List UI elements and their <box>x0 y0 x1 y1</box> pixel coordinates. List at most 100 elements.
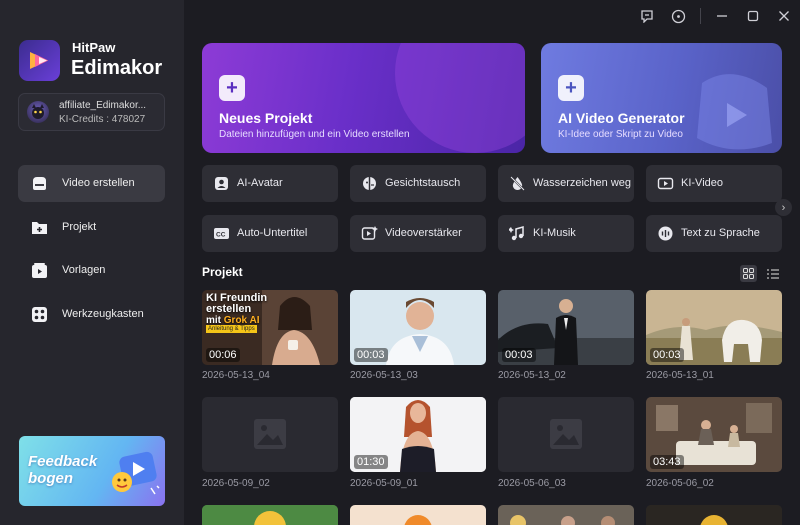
thumbnail-caption: KI Freundin erstellen mit Grok AI <box>206 293 267 327</box>
avatar <box>27 101 49 123</box>
project-thumbnail[interactable]: 03:43 <box>646 397 782 472</box>
project-thumbnail-partial[interactable] <box>350 505 486 525</box>
duration-label: 00:03 <box>650 348 684 362</box>
project-name: 2026-05-13_04 <box>202 370 270 381</box>
project-name: 2026-05-13_03 <box>350 370 418 381</box>
tool-text-zu-sprache[interactable]: Text zu Sprache <box>646 215 782 252</box>
section-title: Projekt <box>202 265 243 279</box>
tool-label: Wasserzeichen weg <box>533 177 632 189</box>
project-name: 2026-05-06_02 <box>646 478 714 489</box>
nav-item-video-erstellen[interactable]: Video erstellen <box>18 165 165 202</box>
tool-auto-untertitel[interactable]: CC Auto-Untertitel <box>202 215 338 252</box>
project-name: 2026-05-09_01 <box>350 478 418 489</box>
image-placeholder-icon <box>254 419 286 449</box>
minimize-icon[interactable] <box>713 7 731 25</box>
template-icon <box>32 263 47 278</box>
tool-gesichtstausch[interactable]: Gesichtstausch <box>350 165 486 202</box>
ai-video-icon <box>657 177 674 190</box>
project-thumbnail[interactable]: 00:03 <box>498 290 634 365</box>
nav-item-projekt[interactable]: Projekt <box>18 209 165 246</box>
tool-videoverstaerker[interactable]: Videoverstärker <box>350 215 486 252</box>
thumbnail-image <box>498 505 634 525</box>
nav-label: Projekt <box>62 221 97 233</box>
account-credits: KI-Credits : 478027 <box>59 114 146 125</box>
card-decoration <box>697 74 772 150</box>
video-enhance-icon <box>361 226 378 240</box>
face-swap-icon <box>363 177 376 190</box>
project-thumbnail[interactable]: 00:03 <box>646 290 782 365</box>
hero-title: AI Video Generator <box>558 110 685 126</box>
tool-label: KI-Video <box>681 177 723 189</box>
nav-label: Video erstellen <box>62 177 135 189</box>
hero-subtitle: Dateien hinzufügen und ein Video erstell… <box>219 129 410 140</box>
feedback-illustration-icon <box>112 451 160 495</box>
tool-wasserzeichen-weg[interactable]: Wasserzeichen weg <box>498 165 634 202</box>
project-thumbnail[interactable]: KI Freundin erstellen mit Grok AI Anleit… <box>202 290 338 365</box>
account-card[interactable]: affiliate_Edimakor... KI-Credits : 47802… <box>18 93 165 131</box>
thumbnail-image <box>646 505 782 525</box>
app-window: HitPaw Edimakor affiliate_Edimakor... KI… <box>0 0 800 525</box>
project-name: 2026-05-06_03 <box>498 478 566 489</box>
duration-label: 00:06 <box>206 348 240 362</box>
feedback-label: Feedback bogen <box>28 453 98 487</box>
project-name: 2026-05-13_01 <box>646 370 714 381</box>
thumbnail-image <box>202 505 338 525</box>
tool-label: KI-Musik <box>533 227 576 239</box>
project-thumbnail-partial[interactable] <box>498 505 634 525</box>
maximize-icon[interactable] <box>744 7 762 25</box>
text-to-speech-icon <box>658 226 673 241</box>
hero-subtitle: KI-Idee oder Skript zu Video <box>558 129 683 140</box>
thumbnail-image <box>350 505 486 525</box>
project-thumbnail-partial[interactable] <box>646 505 782 525</box>
project-thumbnail-empty[interactable] <box>498 397 634 472</box>
tool-ai-avatar[interactable]: AI-Avatar <box>202 165 338 202</box>
info-icon[interactable] <box>669 7 687 25</box>
account-name: affiliate_Edimakor... <box>59 100 147 111</box>
project-name: 2026-05-13_02 <box>498 370 566 381</box>
watermark-remove-icon <box>510 176 525 191</box>
project-thumbnail[interactable]: 00:03 <box>350 290 486 365</box>
tools-next-button[interactable]: › <box>775 199 792 216</box>
tool-ki-video[interactable]: KI-Video <box>646 165 782 202</box>
thumb-text-2: erstellen <box>206 303 252 315</box>
list-view-button[interactable] <box>764 265 781 282</box>
feedback-chat-icon[interactable] <box>638 7 656 25</box>
tool-label: Videoverstärker <box>385 227 462 239</box>
hero-title: Neues Projekt <box>219 110 313 126</box>
music-icon <box>509 226 524 241</box>
new-project-card[interactable]: + Neues Projekt Dateien hinzufügen und e… <box>202 43 525 153</box>
nav-item-vorlagen[interactable]: Vorlagen <box>18 252 165 289</box>
svg-text:CC: CC <box>216 232 226 239</box>
subtitle-icon: CC <box>214 228 229 239</box>
folder-icon <box>32 222 47 234</box>
duration-label: 03:43 <box>650 455 684 469</box>
duration-label: 00:03 <box>354 348 388 362</box>
tool-label: Auto-Untertitel <box>237 227 308 239</box>
app-logo <box>19 40 60 81</box>
tool-label: Gesichtstausch <box>385 177 461 189</box>
avatar-icon <box>215 177 228 190</box>
tool-ki-musik[interactable]: KI-Musik <box>498 215 634 252</box>
project-thumbnail-partial[interactable] <box>202 505 338 525</box>
nav-label: Werkzeugkasten <box>62 308 144 320</box>
ai-video-generator-card[interactable]: + AI Video Generator KI-Idee oder Skript… <box>541 43 782 153</box>
sidebar: HitPaw Edimakor affiliate_Edimakor... KI… <box>0 0 184 525</box>
plus-icon: + <box>219 75 245 101</box>
project-name: 2026-05-09_02 <box>202 478 270 489</box>
tool-label: AI-Avatar <box>237 177 283 189</box>
brand-name-top: HitPaw <box>72 40 116 55</box>
nav-label: Vorlagen <box>62 264 106 276</box>
duration-label: 00:03 <box>502 348 536 362</box>
grid-view-button[interactable] <box>740 265 757 282</box>
image-placeholder-icon <box>550 419 582 449</box>
toolbox-icon <box>32 307 47 322</box>
duration-label: 01:30 <box>354 455 388 469</box>
brand-name-main: Edimakor <box>71 57 163 79</box>
close-icon[interactable] <box>775 7 793 25</box>
topbar-divider <box>700 8 701 24</box>
project-thumbnail-empty[interactable] <box>202 397 338 472</box>
plus-icon: + <box>558 75 584 101</box>
nav-item-werkzeugkasten[interactable]: Werkzeugkasten <box>18 296 165 333</box>
feedback-banner[interactable]: Feedback bogen <box>19 436 165 506</box>
project-thumbnail[interactable]: 01:30 <box>350 397 486 472</box>
